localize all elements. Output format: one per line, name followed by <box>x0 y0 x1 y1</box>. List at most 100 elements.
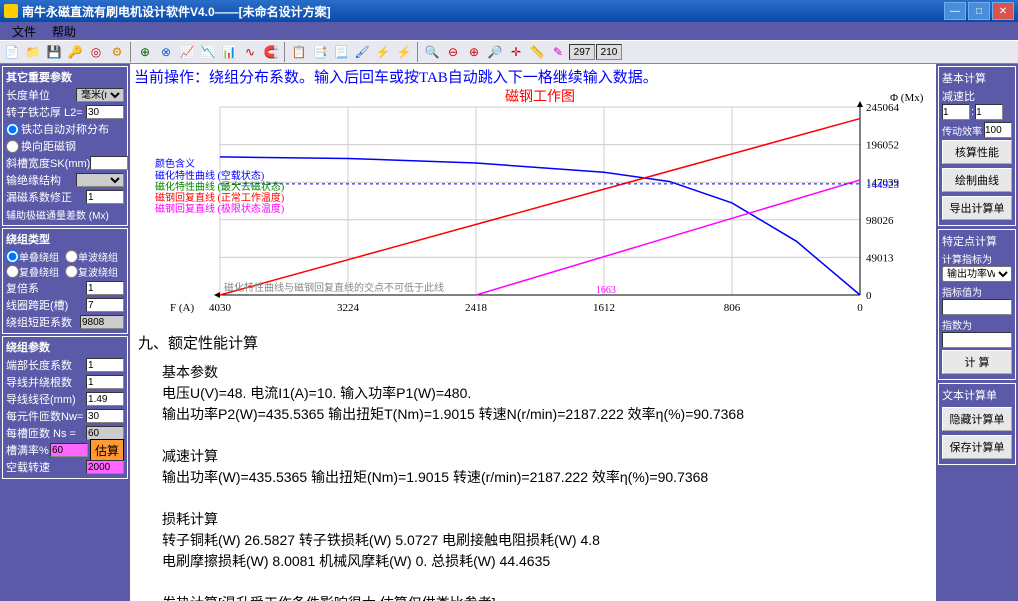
radio-multi-lap[interactable] <box>6 265 19 278</box>
minimize-button[interactable]: — <box>944 2 966 20</box>
maximize-button[interactable]: □ <box>968 2 990 20</box>
short-input[interactable] <box>80 315 124 329</box>
svg-text:磁化特性曲线与磁钢回复直线的交点不可低于此线: 磁化特性曲线与磁钢回复直线的交点不可低于此线 <box>224 281 444 294</box>
status-banner: 当前操作：绕组分布系数。输入后回车或按TAB自动跳入下一格继续输入数据。 <box>130 64 936 89</box>
draw-curve-button[interactable]: 绘制曲线 <box>942 168 1012 192</box>
tool-motor2-icon[interactable]: ⊗ <box>156 42 176 62</box>
tool-chart1-icon[interactable]: 📈 <box>177 42 197 62</box>
svg-text:1612: 1612 <box>593 302 615 314</box>
slot-label: 每槽匝数 Ns = <box>6 425 86 441</box>
svg-text:Φ (Mx): Φ (Mx) <box>890 92 924 104</box>
svg-text:磁化特性曲线 (最大去磁状态): 磁化特性曲线 (最大去磁状态) <box>155 180 284 193</box>
l2-input[interactable] <box>86 105 124 119</box>
tool-key-icon[interactable]: 🔑 <box>65 42 85 62</box>
toolbar-num2[interactable] <box>596 44 622 60</box>
close-button[interactable]: ✕ <box>992 2 1014 20</box>
mult-label: 复倍系 <box>6 280 86 296</box>
tool-save-icon[interactable]: 💾 <box>44 42 64 62</box>
menu-file[interactable]: 文件 <box>4 22 44 40</box>
tool-open-icon[interactable]: 📁 <box>23 42 43 62</box>
radio-multi-wave[interactable] <box>65 265 78 278</box>
menu-help[interactable]: 帮助 <box>44 22 84 40</box>
sk-label: 斜槽宽度SK(mm) <box>6 155 90 171</box>
tool-doc-icon[interactable]: 📃 <box>331 42 351 62</box>
tool-zoomfit-icon[interactable]: 🔍 <box>422 42 442 62</box>
tool-chart2-icon[interactable]: 📉 <box>198 42 218 62</box>
leak-input[interactable] <box>86 190 124 204</box>
compute-button[interactable]: 计 算 <box>942 350 1012 374</box>
tool-chart4-icon[interactable]: ∿ <box>240 42 260 62</box>
tool-lightning1-icon[interactable]: ⚡ <box>373 42 393 62</box>
fill-input[interactable] <box>50 443 88 457</box>
turns-input[interactable] <box>86 409 124 423</box>
turns-label: 每元件匝数Nw= <box>6 408 86 424</box>
radio-single-lap[interactable] <box>6 250 19 263</box>
par-label: 导线并绕根数 <box>6 374 86 390</box>
radio-auto-symmetric[interactable] <box>6 123 19 136</box>
group-text-sheet: 文本计算单 <box>942 387 1012 403</box>
estimate-button[interactable]: 估算 <box>90 439 124 462</box>
span-input[interactable] <box>86 298 124 312</box>
ratio-a-input[interactable] <box>942 104 970 120</box>
sk-input[interactable] <box>90 156 128 170</box>
par-input[interactable] <box>86 375 124 389</box>
radio-commutator-magnet[interactable] <box>6 140 19 153</box>
tool-crosshair-icon[interactable]: ✛ <box>506 42 526 62</box>
svg-text:3224: 3224 <box>337 302 360 314</box>
calc-performance-button[interactable]: 核算性能 <box>942 140 1012 164</box>
tool-new-icon[interactable]: 📄 <box>2 42 22 62</box>
length-unit-select[interactable]: 毫米(mm) <box>76 88 124 102</box>
svg-text:磁化特性曲线 (空载状态): 磁化特性曲线 (空载状态) <box>155 169 264 182</box>
struct-select[interactable] <box>76 173 124 187</box>
tool-magnet-icon[interactable]: 🧲 <box>261 42 281 62</box>
svg-text:0: 0 <box>866 290 872 302</box>
tool-motor1-icon[interactable]: ⊕ <box>135 42 155 62</box>
mult-input[interactable] <box>86 281 124 295</box>
dia-input[interactable] <box>86 392 124 406</box>
leak-label: 漏磁系数修正 <box>6 189 86 205</box>
export-sheet-button[interactable]: 导出计算单 <box>942 196 1012 220</box>
idle-label: 空载转速 <box>6 459 86 475</box>
svg-text:1663: 1663 <box>596 285 616 296</box>
hide-sheet-button[interactable]: 隐藏计算单 <box>942 407 1012 431</box>
group-basic-calc: 基本计算 <box>942 70 1012 86</box>
target-value-input[interactable] <box>942 299 1012 315</box>
ratio-b-input[interactable] <box>975 104 1003 120</box>
tool-pen-icon[interactable]: ✎ <box>548 42 568 62</box>
tool-lightning2-icon[interactable]: ⚡ <box>394 42 414 62</box>
group-other-params: 其它重要参数 <box>6 69 124 85</box>
svg-text:磁钢回复直线 (正常工作温度): 磁钢回复直线 (正常工作温度) <box>155 191 284 204</box>
svg-text:0: 0 <box>857 302 863 314</box>
group-winding-type: 绕组类型 <box>6 231 124 247</box>
tool-zoomout-icon[interactable]: ⊖ <box>443 42 463 62</box>
tool-gear-icon[interactable]: ⚙ <box>107 42 127 62</box>
end-input[interactable] <box>86 358 124 372</box>
svg-text:磁钢回复直线 (极限状态温度): 磁钢回复直线 (极限状态温度) <box>155 202 284 215</box>
tool-painter-icon[interactable]: 🖌 <box>352 42 372 62</box>
save-sheet-button[interactable]: 保存计算单 <box>942 435 1012 459</box>
svg-text:196052: 196052 <box>866 140 899 152</box>
tool-ruler-icon[interactable]: 📏 <box>527 42 547 62</box>
tool-zoomin-icon[interactable]: ⊕ <box>464 42 484 62</box>
tool-copy-icon[interactable]: 📑 <box>310 42 330 62</box>
exponent-input[interactable] <box>942 332 1012 348</box>
svg-text:颜色含义: 颜色含义 <box>155 157 195 170</box>
tool-zoom-icon[interactable]: 🔎 <box>485 42 505 62</box>
eff-input[interactable] <box>984 122 1012 138</box>
dia-label: 导线线径(mm) <box>6 391 86 407</box>
radio-single-wave[interactable] <box>65 250 78 263</box>
idle-input[interactable] <box>86 460 124 474</box>
tool-chart3-icon[interactable]: 📊 <box>219 42 239 62</box>
svg-text:144923: 144923 <box>866 179 900 191</box>
output-text: 九、额定性能计算 基本参数 电压U(V)=48. 电流I1(A)=10. 输入功… <box>130 323 936 601</box>
tool-target-icon[interactable]: ◎ <box>86 42 106 62</box>
toolbar-num1[interactable] <box>569 44 595 60</box>
short-label: 绕组短距系数 <box>6 314 80 330</box>
chart-magnet-work: 4030322424181612806024506419605214703998… <box>130 89 936 323</box>
group-point-calc: 特定点计算 <box>942 233 1012 249</box>
target-select[interactable]: 输出功率W <box>942 266 1012 282</box>
l2-label: 转子铁芯厚 L2= <box>6 104 86 120</box>
tool-paste-icon[interactable]: 📋 <box>289 42 309 62</box>
svg-text:98026: 98026 <box>866 215 894 227</box>
end-label: 端部长度系数 <box>6 357 86 373</box>
